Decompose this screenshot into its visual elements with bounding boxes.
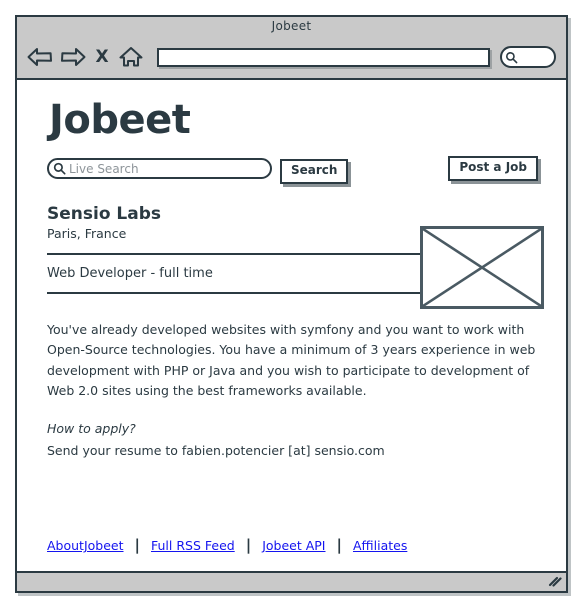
home-icon[interactable]: [116, 44, 146, 70]
how-to-apply-heading: How to apply?: [47, 420, 136, 436]
browser-toolbar: X: [17, 36, 566, 78]
forward-arrow-icon[interactable]: [58, 44, 88, 70]
status-bar: [15, 573, 568, 593]
company-logo-placeholder: [420, 226, 544, 309]
live-search-input[interactable]: Live Search: [47, 158, 272, 179]
site-logo[interactable]: Jobeet: [49, 98, 548, 142]
live-search-placeholder: Live Search: [69, 161, 139, 176]
browser-window: Jobeet X Jobeet Live Search Search Post …: [15, 15, 568, 573]
footer-link-affiliates[interactable]: Affiliates: [353, 538, 407, 553]
footer-link-rss[interactable]: Full RSS Feed: [151, 538, 235, 553]
back-arrow-icon[interactable]: [25, 44, 55, 70]
resize-grip-icon[interactable]: [548, 576, 562, 587]
company-name: Sensio Labs: [47, 204, 162, 224]
url-input[interactable]: [157, 47, 490, 67]
footer-separator: |: [245, 536, 252, 554]
divider-bottom: [47, 291, 422, 294]
footer-link-about[interactable]: AboutJobeet: [47, 538, 124, 553]
browser-search-input[interactable]: [500, 46, 556, 68]
page-content: Jobeet Live Search Search Post a Job Sen…: [17, 98, 566, 571]
search-row: Live Search Search Post a Job: [35, 156, 548, 190]
footer-link-api[interactable]: Jobeet API: [262, 538, 325, 553]
search-icon: [53, 162, 66, 175]
footer-separator: |: [134, 536, 140, 554]
search-icon: [506, 51, 518, 63]
how-to-apply-text: Send your resume to fabien.potencier [at…: [47, 442, 385, 458]
search-button[interactable]: Search: [280, 159, 349, 184]
footer-links: AboutJobeet | Full RSS Feed | Jobeet API…: [47, 536, 407, 554]
footer-separator: |: [336, 536, 342, 554]
window-title: Jobeet: [271, 19, 312, 33]
stop-icon[interactable]: X: [91, 48, 113, 66]
browser-chrome: Jobeet X: [17, 17, 566, 80]
divider-top: [47, 253, 422, 255]
post-a-job-button[interactable]: Post a Job: [448, 156, 538, 181]
job-description: You've already developed websites with s…: [47, 321, 536, 399]
